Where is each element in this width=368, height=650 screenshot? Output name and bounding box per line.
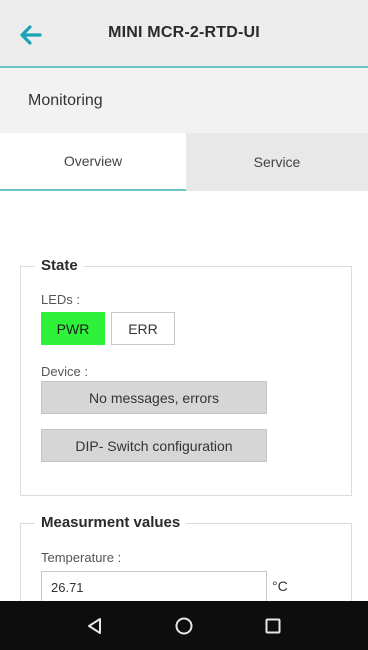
device-status: No messages, errors (41, 381, 267, 414)
leds-label: LEDs : (41, 292, 81, 307)
state-group: State LEDs : PWR ERR Device : No message… (20, 257, 352, 496)
nav-recents-button[interactable] (261, 614, 285, 638)
device-label: Device : (41, 364, 88, 379)
temperature-field[interactable] (41, 571, 267, 603)
state-legend: State (35, 257, 84, 274)
section-header: Monitoring (0, 68, 368, 133)
recents-square-icon (265, 618, 281, 633)
led-pwr: PWR (41, 312, 105, 345)
nav-home-button[interactable] (172, 614, 196, 638)
back-triangle-icon (87, 617, 101, 634)
temperature-label: Temperature : (41, 550, 122, 565)
app-bar: MINI MCR-2-RTD-UI (0, 0, 368, 68)
app-title: MINI MCR-2-RTD-UI (108, 24, 260, 41)
tab-service[interactable]: Service (186, 133, 368, 191)
measurement-legend: Measurment values (35, 514, 187, 531)
dip-switch-config-button[interactable]: DIP- Switch configuration (41, 429, 267, 462)
tab-bar: Overview Service (0, 133, 368, 191)
led-err: ERR (111, 312, 175, 345)
temperature-unit: °C (272, 578, 288, 594)
system-nav-bar (0, 601, 368, 650)
home-circle-icon (175, 617, 193, 634)
section-title: Monitoring (28, 92, 103, 109)
nav-back-button[interactable] (83, 614, 107, 638)
tab-overview[interactable]: Overview (0, 133, 186, 191)
